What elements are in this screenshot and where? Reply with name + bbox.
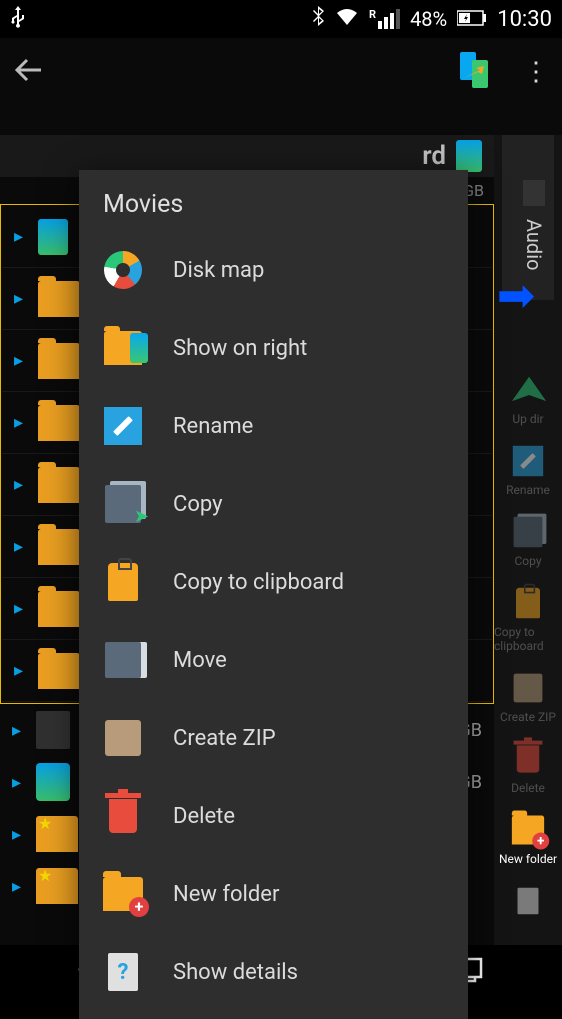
toolbar: ⋮ [0, 38, 562, 105]
move-icon [103, 640, 143, 680]
zip-icon [103, 718, 143, 758]
delete-icon [509, 740, 547, 778]
sidebar-copy-clipboard[interactable]: Copy to clipboard [494, 576, 562, 661]
doc-icon [509, 882, 547, 920]
bluetooth-icon [311, 6, 325, 33]
time-text: 10:30 [497, 7, 552, 32]
sidebar-more[interactable] [494, 874, 562, 928]
signal-icon: R [369, 9, 400, 29]
clipboard-icon [103, 562, 143, 602]
clipboard-icon [509, 584, 547, 622]
back-icon[interactable] [15, 56, 43, 88]
menu-delete[interactable]: Delete [79, 777, 468, 855]
context-menu: Movies Disk map Show on right Rename ➤Co… [79, 170, 468, 1019]
copy-icon: ➤ [103, 484, 143, 524]
menu-disk-map[interactable]: Disk map [79, 231, 468, 309]
menu-copy-clipboard[interactable]: Copy to clipboard [79, 543, 468, 621]
sidebar-up-dir[interactable]: ➤Up dir [494, 363, 562, 434]
panel-arrow-icon: ➡ [497, 268, 536, 323]
sidebar-zip[interactable]: Create ZIP [494, 661, 562, 732]
overflow-menu-icon[interactable]: ⋮ [523, 57, 547, 87]
usb-icon [10, 6, 26, 33]
sidebar-new-folder[interactable]: New folder [494, 803, 562, 874]
menu-show-right[interactable]: Show on right [79, 309, 468, 387]
show-right-icon [103, 328, 143, 368]
menu-copy[interactable]: ➤Copy [79, 465, 468, 543]
delete-icon [103, 796, 143, 836]
menu-move[interactable]: Move [79, 621, 468, 699]
up-dir-icon: ➤ [500, 371, 557, 409]
right-sidebar: Audio ➡ ➤Up dir Rename Copy Copy to clip… [494, 135, 562, 945]
panels-swap-icon[interactable] [454, 48, 498, 96]
status-bar: R 48% 10:30 [0, 0, 562, 38]
disk-map-icon [103, 250, 143, 290]
sidebar-copy[interactable]: Copy [494, 505, 562, 576]
menu-new-folder[interactable]: New folder [79, 855, 468, 933]
rename-icon [103, 406, 143, 446]
main-area: rd /11 GB ▸✓ ▸✓ ▸✓ ▸✓ ▸✓ ▸✓ ▸✓ ▸✓ ▸/58 G… [0, 105, 562, 945]
copy-icon [509, 513, 547, 551]
new-folder-icon [509, 811, 547, 849]
menu-title: Movies [79, 190, 468, 231]
menu-show-details[interactable]: ?Show details [79, 933, 468, 1011]
menu-rename[interactable]: Rename [79, 387, 468, 465]
new-folder-icon [103, 874, 143, 914]
battery-text: 48% [410, 7, 447, 31]
sidebar-delete[interactable]: Delete [494, 732, 562, 803]
wifi-icon [335, 7, 359, 32]
menu-zip[interactable]: Create ZIP [79, 699, 468, 777]
details-icon: ? [103, 952, 143, 992]
rename-icon [509, 442, 547, 480]
zip-icon [509, 669, 547, 707]
battery-icon [457, 7, 487, 31]
sidebar-rename[interactable]: Rename [494, 434, 562, 505]
